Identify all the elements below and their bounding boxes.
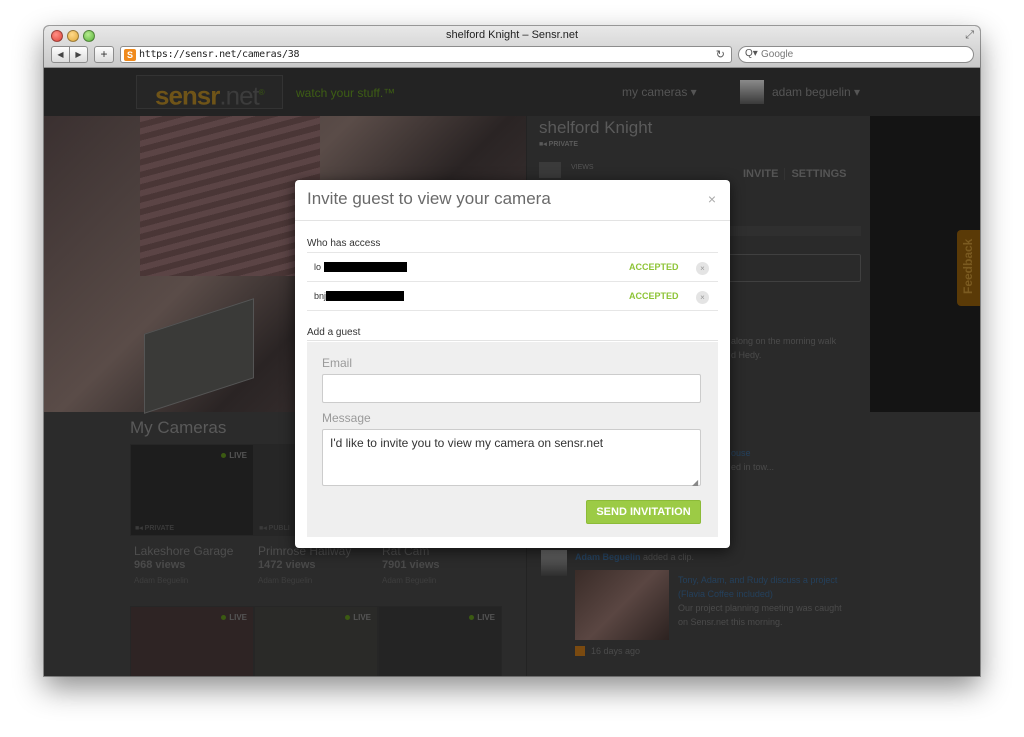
feed-time: 16 days ago xyxy=(591,646,641,656)
privacy-badge: ■◂ PUBLI xyxy=(259,525,290,532)
feed-text: along on the morning walk d Hedy. xyxy=(731,336,837,360)
live-badge: LIVE xyxy=(469,613,495,622)
forward-icon[interactable]: ▶ xyxy=(70,47,87,62)
tab-settings[interactable]: SETTINGS xyxy=(785,168,852,180)
my-cameras-menu[interactable]: my cameras ▾ xyxy=(622,85,697,99)
access-row: lo ACCEPTED × xyxy=(307,252,718,281)
site-tagline: watch your stuff.™ xyxy=(296,86,396,100)
window-title: shelford Knight – Sensr.net xyxy=(445,29,579,41)
camera-owner[interactable]: Adam Beguelin xyxy=(258,576,312,585)
back-icon[interactable]: ◀ xyxy=(52,47,70,62)
reload-icon[interactable]: ↻ xyxy=(716,48,725,61)
feedback-tab[interactable]: Feedback xyxy=(957,230,980,306)
live-badge: LIVE xyxy=(221,613,247,622)
divider xyxy=(307,310,718,311)
live-badge: LIVE xyxy=(221,451,247,460)
clip-description: Our project planning meeting was caught o… xyxy=(678,603,842,627)
browser-window: shelford Knight – Sensr.net ⤢ ◀ ▶ + S ht… xyxy=(44,26,980,676)
video-deck-scene xyxy=(140,116,320,276)
divider xyxy=(295,220,730,221)
resize-handle-icon[interactable]: ◢ xyxy=(692,478,698,487)
close-icon[interactable]: × xyxy=(708,191,716,207)
feed-user-link[interactable]: Adam Beguelin xyxy=(575,552,641,562)
redacted-email xyxy=(324,262,407,272)
camera-name[interactable]: Lakeshore Garage xyxy=(134,544,233,558)
video-floor-scene xyxy=(144,298,254,414)
privacy-badge: ■◂ PRIVATE xyxy=(539,141,578,148)
browser-titlebar: shelford Knight – Sensr.net ⤢ ◀ ▶ + S ht… xyxy=(44,26,980,68)
live-badge: LIVE xyxy=(345,613,371,622)
email-label: Email xyxy=(322,356,353,370)
user-avatar[interactable] xyxy=(740,80,764,104)
new-tab-button[interactable]: + xyxy=(94,46,114,63)
fullscreen-icon[interactable]: ⤢ xyxy=(965,29,974,42)
status-badge: ACCEPTED xyxy=(629,291,679,301)
add-guest-form: Email Message I'd like to invite you to … xyxy=(307,342,718,537)
camera-views: 7901 views xyxy=(382,559,440,571)
camera-owner[interactable]: Adam Beguelin xyxy=(382,576,436,585)
modal-title: Invite guest to view your camera xyxy=(307,189,551,208)
feed-text: ouse ed in tow... xyxy=(731,448,775,472)
clock-icon xyxy=(575,646,585,656)
url-text[interactable]: https://sensr.net/cameras/38 xyxy=(139,49,299,60)
views-thumbnail xyxy=(539,162,561,178)
camera-thumbnail[interactable]: LIVE xyxy=(254,606,378,676)
user-menu[interactable]: adam beguelin ▾ xyxy=(772,85,860,99)
search-icon[interactable]: Q▾ xyxy=(745,48,758,59)
comment-input[interactable] xyxy=(717,254,861,282)
remove-icon[interactable]: × xyxy=(696,291,709,304)
status-badge: ACCEPTED xyxy=(629,262,679,272)
invite-guest-modal: Invite guest to view your camera × Who h… xyxy=(295,180,730,548)
guest-email: lo xyxy=(314,262,322,272)
message-label: Message xyxy=(322,411,371,425)
feed-avatar[interactable] xyxy=(541,550,567,576)
email-field[interactable] xyxy=(322,374,701,403)
clip-thumbnail[interactable] xyxy=(575,570,669,640)
clip-title[interactable]: Tony, Adam, and Rudy discuss a project (F… xyxy=(678,573,837,601)
access-heading: Who has access xyxy=(307,238,381,249)
page-content: sensr.net® watch your stuff.™ my cameras… xyxy=(44,68,980,676)
panel-bar xyxy=(717,226,861,236)
camera-views: 1472 views xyxy=(258,559,316,571)
feed-item-header: Adam Beguelin added a clip. xyxy=(575,552,695,562)
views-label: VIEWS xyxy=(571,164,594,171)
guest-email: bnj xyxy=(314,291,327,301)
site-favicon: S xyxy=(124,49,136,61)
camera-thumbnail[interactable]: LIVE xyxy=(130,606,254,676)
message-field[interactable]: I'd like to invite you to view my camera… xyxy=(322,429,701,486)
back-forward-buttons: ◀ ▶ xyxy=(51,46,88,63)
camera-thumbnail[interactable]: LIVE ■◂ PRIVATE xyxy=(130,444,254,536)
access-row: bnj ACCEPTED × xyxy=(307,281,718,310)
search-field[interactable]: Q▾ Google xyxy=(738,46,974,63)
remove-icon[interactable]: × xyxy=(696,262,709,275)
privacy-badge: ■◂ PRIVATE xyxy=(135,525,174,532)
camera-thumbnail[interactable]: LIVE xyxy=(378,606,502,676)
camera-tabs: INVITE SETTINGS xyxy=(737,168,852,180)
my-cameras-title: My Cameras xyxy=(130,418,227,437)
redacted-email xyxy=(326,291,404,301)
camera-owner[interactable]: Adam Beguelin xyxy=(134,576,188,585)
add-guest-heading: Add a guest xyxy=(307,327,361,338)
divider xyxy=(307,340,718,341)
site-logo[interactable]: sensr.net® xyxy=(136,75,283,111)
search-placeholder: Google xyxy=(761,49,794,60)
site-header: sensr.net® watch your stuff.™ my cameras… xyxy=(44,68,980,116)
send-invitation-button[interactable]: SEND INVITATION xyxy=(586,500,701,524)
address-bar[interactable]: S https://sensr.net/cameras/38 ↻ xyxy=(120,46,732,63)
camera-title: shelford Knight xyxy=(539,118,653,137)
camera-views: 968 views xyxy=(134,559,186,571)
tab-invite[interactable]: INVITE xyxy=(737,168,786,180)
